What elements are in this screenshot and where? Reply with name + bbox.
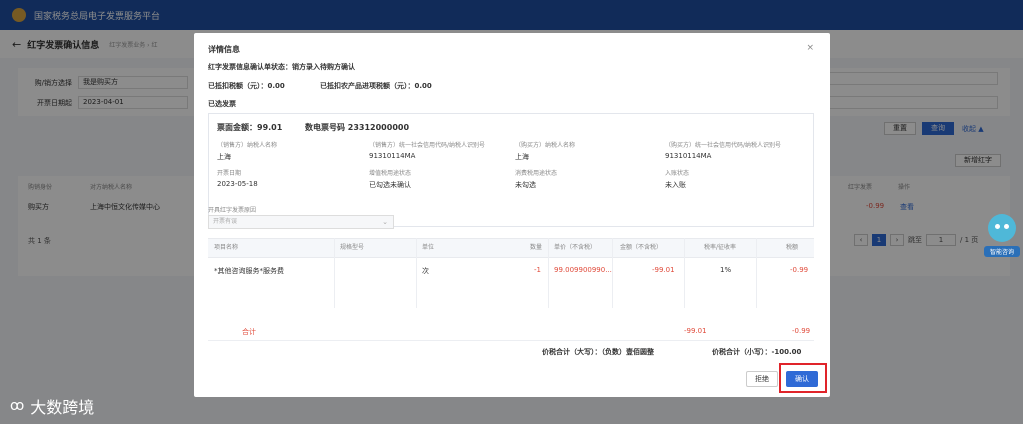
modal-title: 详情信息 [208, 45, 240, 54]
total-tax: -0.99 [792, 327, 811, 335]
watermark-text: 大数跨境 [30, 398, 95, 417]
smart-assistant[interactable]: 智能咨询 [984, 214, 1020, 264]
col-divider [684, 238, 685, 308]
th-item-name: 项目名称 [214, 244, 239, 251]
total-in-figures: 价税合计（小写）：-100.00 [712, 348, 802, 356]
buyer-name-value: 上海 [515, 153, 529, 161]
col-divider [334, 238, 335, 308]
deducted-tax: 已抵扣税额（元）：0.00 [208, 82, 285, 90]
selected-invoice-heading: 已选发票 [208, 100, 236, 108]
cell-rate: 1% [720, 266, 732, 274]
chevron-down-icon: ⌄ [382, 218, 388, 226]
confirmation-status: 红字发票信息确认单状态：销方录入待购方确认 [208, 63, 355, 71]
assistant-label: 智能咨询 [984, 246, 1020, 257]
watermark: ꝏ 大数跨境 [10, 394, 94, 418]
vat-status-value: 已勾选未确认 [369, 181, 411, 189]
invoice-card: 票面金额：99.01 数电票号码 23312000000 （销售方）纳税人名称 … [208, 113, 814, 227]
total-in-words: 价税合计（大写）：（负数）壹佰圆整 [542, 348, 654, 356]
confirm-highlight-box [779, 363, 827, 393]
robot-eye [995, 224, 1000, 229]
consumption-status-value: 未勾选 [515, 181, 536, 189]
entry-status-value: 未入账 [665, 181, 686, 189]
seller-name-value: 上海 [217, 153, 231, 161]
total-row: 合计 -99.01 -0.99 [208, 327, 814, 341]
th-qty: 数量 [530, 244, 543, 251]
robot-eye [1004, 224, 1009, 229]
cell-item-name: *其他咨询服务*服务费 [214, 267, 284, 275]
cell-tax: -0.99 [790, 266, 809, 274]
th-unit: 单位 [422, 244, 435, 251]
robot-icon [988, 214, 1016, 242]
th-tax: 税额 [786, 244, 799, 251]
consumption-status-label: 消费税用途状态 [515, 170, 558, 177]
entry-status-label: 入账状态 [665, 170, 690, 177]
issue-date-value: 2023-05-18 [217, 180, 258, 188]
invoice-number: 数电票号码 23312000000 [305, 123, 410, 132]
col-divider [416, 238, 417, 308]
seller-code-label: （销售方）统一社会信用代码/纳税人识别号 [369, 142, 486, 149]
close-icon[interactable]: × [806, 43, 814, 53]
col-divider [548, 238, 549, 308]
seller-name-label: （销售方）纳税人名称 [217, 142, 278, 149]
seller-code-value: 91310114MA [369, 152, 416, 160]
reason-label: 开具红字发票原因 [208, 207, 257, 214]
cell-price: 99.009900990... [554, 266, 612, 274]
th-rate: 税率/征收率 [704, 244, 737, 251]
reject-button[interactable]: 拒绝 [746, 371, 778, 387]
reason-select[interactable]: 开票有误 ⌄ [208, 215, 394, 229]
th-price: 单价（不含税） [554, 244, 597, 251]
th-amount: 金额（不含税） [620, 244, 663, 251]
col-divider [612, 238, 613, 308]
buyer-code-label: （购买方）统一社会信用代码/纳税人识别号 [665, 142, 782, 149]
detail-modal: 详情信息 × 红字发票信息确认单状态：销方录入待购方确认 已抵扣税额（元）：0.… [194, 33, 830, 397]
vat-status-label: 增值税用途状态 [369, 170, 412, 177]
agri-deducted-tax: 已抵扣农产品进项税额（元）：0.00 [320, 82, 432, 90]
brand-logo-icon: ꝏ [10, 398, 25, 414]
th-spec: 规格型号 [340, 244, 365, 251]
total-label: 合计 [242, 328, 256, 336]
total-amount: -99.01 [684, 327, 707, 335]
col-divider [756, 238, 757, 308]
cell-amount: -99.01 [652, 266, 675, 274]
cell-qty: -1 [534, 266, 541, 274]
cell-unit: 次 [422, 267, 429, 275]
reason-value: 开票有误 [213, 218, 238, 225]
buyer-name-label: （购买方）纳税人名称 [515, 142, 576, 149]
invoice-amount: 票面金额：99.01 [217, 123, 283, 132]
buyer-code-value: 91310114MA [665, 152, 712, 160]
issue-date-label: 开票日期 [217, 170, 242, 177]
